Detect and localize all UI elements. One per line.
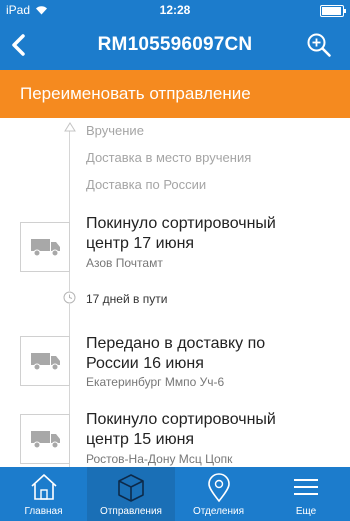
future-step: Доставка в место вручения <box>86 150 252 165</box>
event-title-line: центр 17 июня <box>86 235 195 252</box>
event-title-line: центр 15 июня <box>86 431 195 448</box>
event-place: Ростов-На-Дону Мсц Цопк <box>86 452 233 466</box>
future-step: Доставка по России <box>86 177 207 192</box>
event-place: Азов Почтамт <box>86 256 163 270</box>
tab-label: Еще <box>295 506 317 517</box>
map-pin-icon <box>207 473 230 503</box>
status-time: 12:28 <box>159 3 191 17</box>
clock-icon <box>63 291 76 304</box>
tab-offices[interactable]: Отделения <box>175 467 262 521</box>
page-title: RM105596097CN <box>97 34 253 55</box>
tab-label: Отделения <box>192 506 244 517</box>
event-title: Покинуло сортировочный центр 15 июня <box>86 410 326 450</box>
zoom-in-icon[interactable] <box>306 32 332 58</box>
home-icon <box>30 474 57 500</box>
status-bar: iPad 12:28 <box>0 0 350 20</box>
truck-icon <box>20 222 70 272</box>
future-step: Вручение <box>86 123 144 138</box>
rename-shipment-button[interactable]: Переименовать отправление <box>0 70 350 118</box>
nav-bar: RM105596097CN <box>0 20 350 70</box>
event-title-line: Покинуло сортировочный <box>86 215 276 232</box>
truck-icon <box>20 414 70 464</box>
menu-icon <box>294 479 318 495</box>
tab-home[interactable]: Главная <box>0 467 87 521</box>
tab-label: Главная <box>24 506 63 517</box>
event-place: Екатеринбург Ммпо Уч-6 <box>86 375 225 389</box>
event-title-line: России 16 июня <box>86 355 204 372</box>
event-title: Передано в доставку по России 16 июня <box>86 334 326 374</box>
battery-icon <box>320 5 346 17</box>
rename-shipment-label: Переименовать отправление <box>20 84 251 103</box>
parcel-icon <box>118 474 144 502</box>
event-title-line: Передано в доставку по <box>86 335 266 352</box>
tab-bar: Главная Отправления Отделения Еще <box>0 467 350 521</box>
tab-label: Отправления <box>100 506 162 517</box>
tab-shipments[interactable]: Отправления <box>87 467 175 521</box>
triangle-icon <box>64 122 76 132</box>
event-title-line: Покинуло сортировочный <box>86 411 276 428</box>
tab-more[interactable]: Еще <box>262 467 350 521</box>
event-title: Покинуло сортировочный центр 17 июня <box>86 214 326 254</box>
truck-icon <box>20 336 70 386</box>
tracking-timeline: Вручение Доставка в место вручения Доста… <box>0 118 350 467</box>
transit-days: 17 дней в пути <box>86 292 168 306</box>
